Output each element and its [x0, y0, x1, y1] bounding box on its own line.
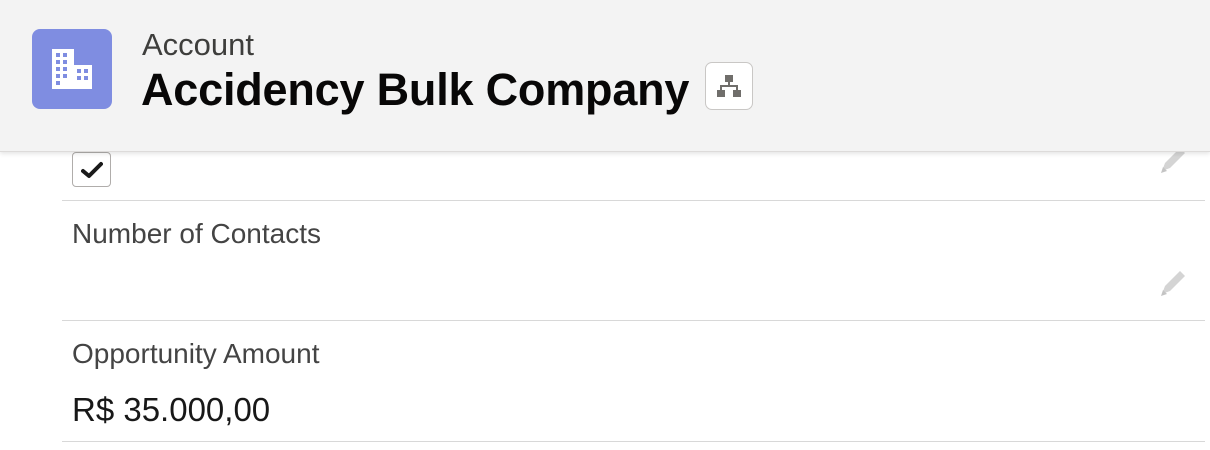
opportunity-amount-label: Opportunity Amount [72, 338, 320, 369]
record-page: Number of Contacts Opportunity Amount R$… [0, 0, 1210, 450]
edit-number-of-contacts-icon[interactable] [1153, 263, 1193, 303]
hierarchy-icon [717, 75, 741, 97]
number-of-contacts-label: Number of Contacts [72, 218, 321, 249]
account-building-icon [32, 29, 112, 109]
opportunity-amount-value: R$ 35.000,00 [72, 391, 271, 428]
checkmark-icon [80, 161, 103, 178]
record-header: Account Accidency Bulk Company [0, 0, 1210, 152]
number-of-contacts-row: Number of Contacts [62, 201, 1205, 321]
field-checkbox [72, 152, 111, 187]
object-type-label: Account [142, 27, 255, 62]
record-title: Accidency Bulk Company [141, 64, 690, 115]
view-hierarchy-button[interactable] [705, 62, 753, 110]
opportunity-amount-row: Opportunity Amount R$ 35.000,00 [62, 321, 1205, 442]
